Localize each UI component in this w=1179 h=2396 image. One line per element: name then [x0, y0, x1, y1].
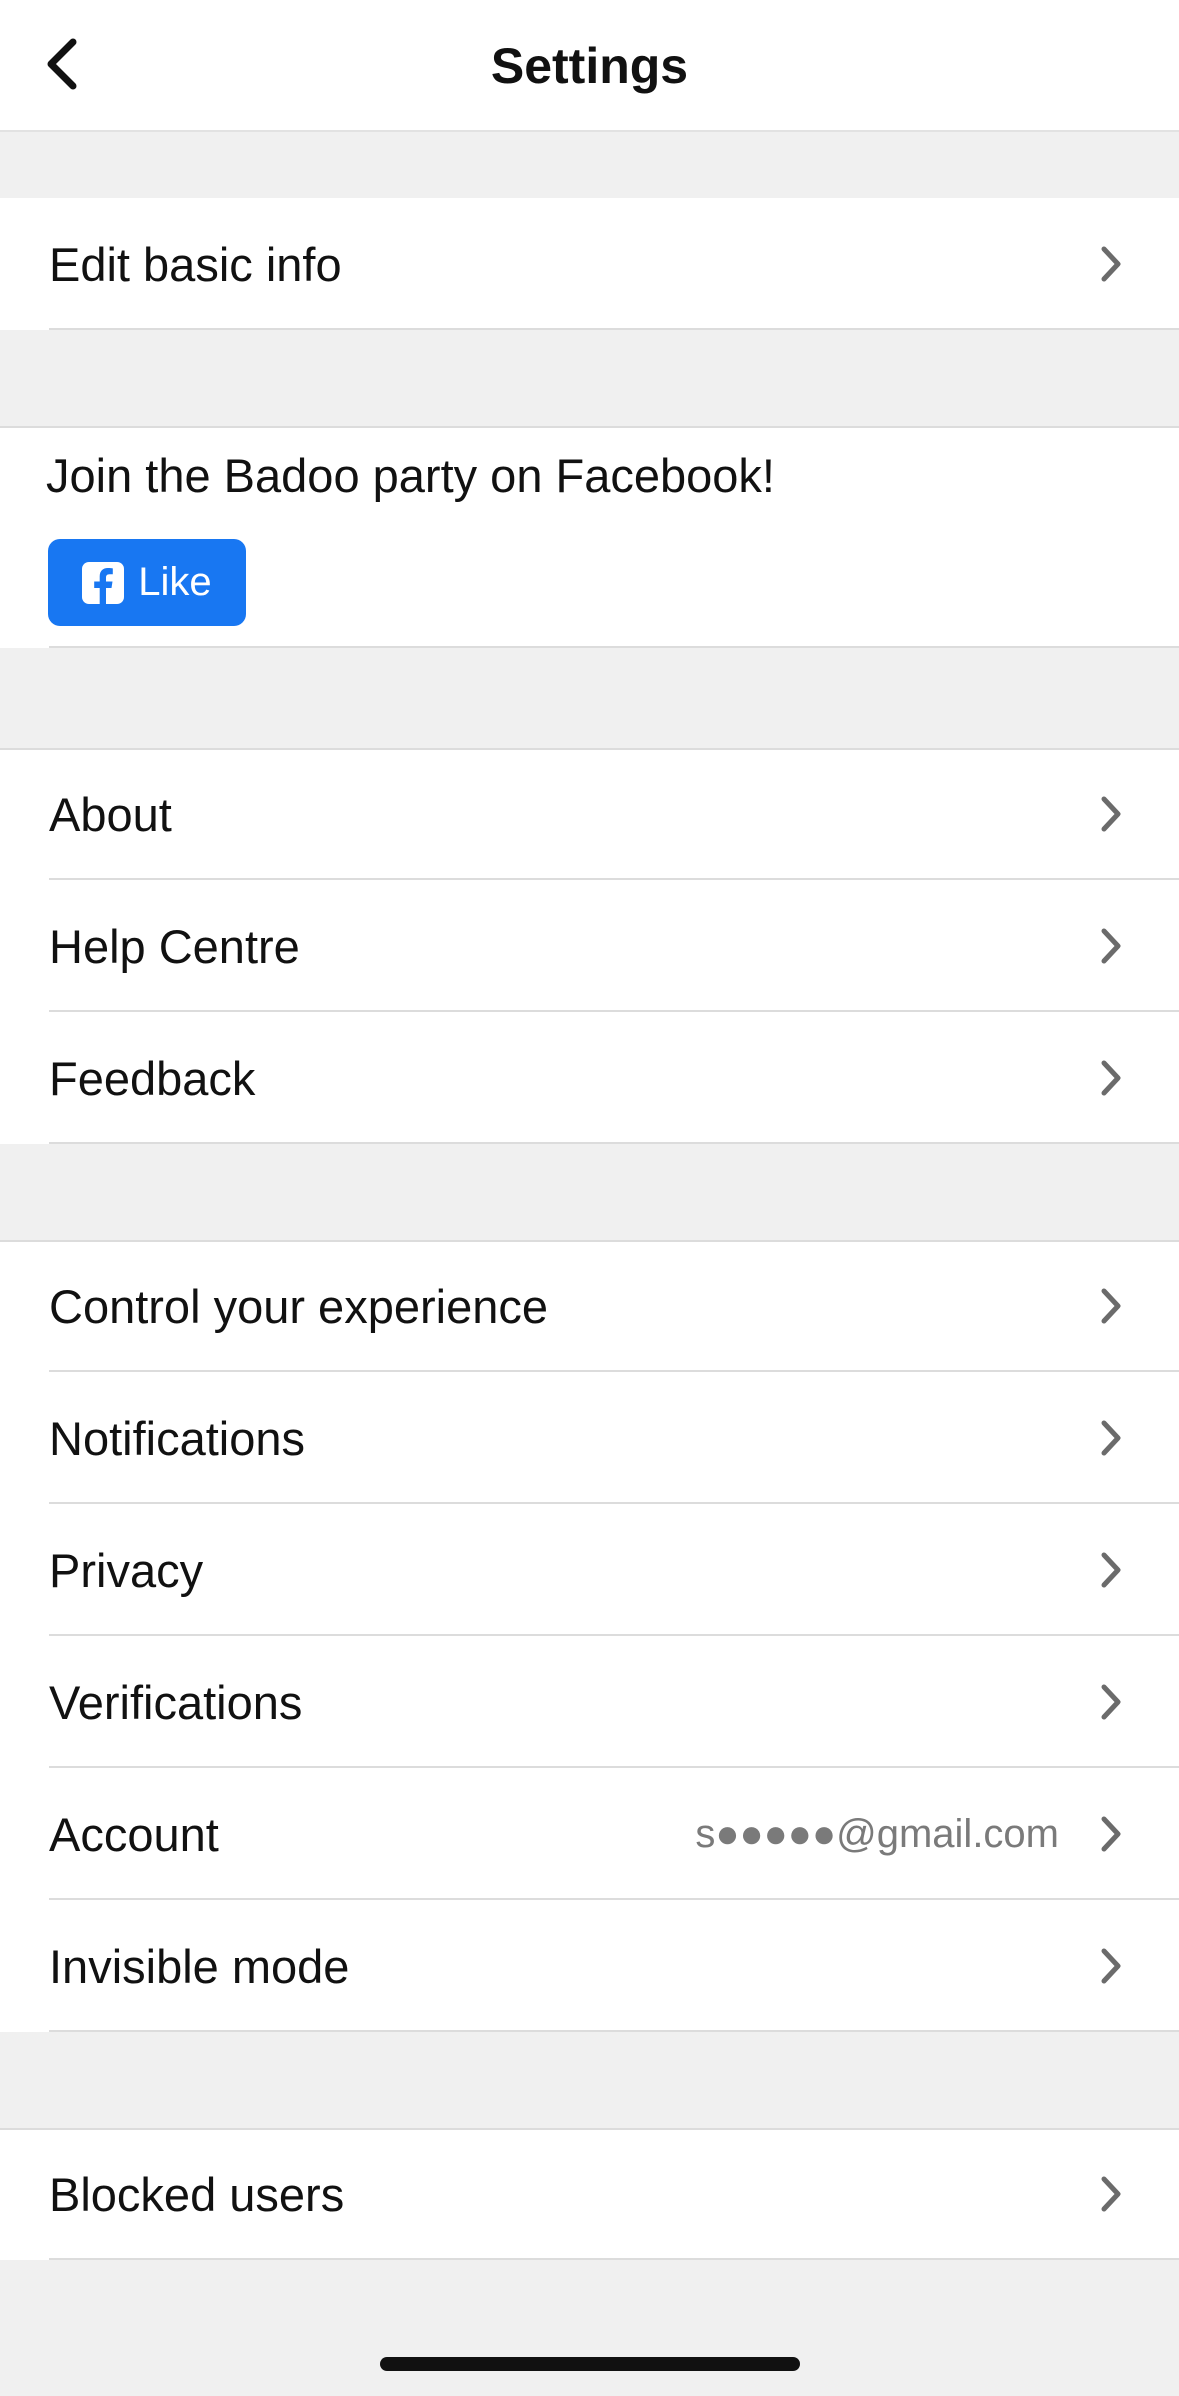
control-experience-row[interactable]: Control your experience: [0, 1240, 1179, 1372]
chevron-right-icon: [1099, 1768, 1123, 1900]
row-label: Notifications: [49, 1411, 305, 1465]
back-button[interactable]: [28, 26, 98, 102]
account-row[interactable]: Account s●●●●●@gmail.com: [0, 1768, 1179, 1900]
navigation-bar: Settings: [0, 0, 1179, 132]
facebook-promo: Join the Badoo party on Facebook! Like: [0, 426, 1179, 648]
about-row[interactable]: About: [0, 748, 1179, 880]
page-title: Settings: [490, 38, 689, 94]
privacy-row[interactable]: Privacy: [0, 1504, 1179, 1636]
facebook-section: Join the Badoo party on Facebook! Like: [0, 426, 1179, 648]
row-label: Edit basic info: [49, 237, 342, 291]
row-label: Account: [49, 1807, 219, 1861]
profile-section: Edit basic info: [0, 198, 1179, 330]
chevron-right-icon: [1099, 198, 1123, 330]
chevron-right-icon: [1099, 1012, 1123, 1144]
facebook-icon: [82, 561, 125, 604]
home-indicator[interactable]: [380, 2357, 800, 2371]
preferences-section: Control your experience Notifications Pr…: [0, 1240, 1179, 2032]
edit-basic-info-row[interactable]: Edit basic info: [0, 198, 1179, 330]
help-centre-row[interactable]: Help Centre: [0, 880, 1179, 1012]
verifications-row[interactable]: Verifications: [0, 1636, 1179, 1768]
blocked-section: Blocked users: [0, 2128, 1179, 2260]
chevron-right-icon: [1099, 2128, 1123, 2260]
account-email: s●●●●●@gmail.com: [695, 1811, 1059, 1856]
chevron-right-icon: [1099, 1900, 1123, 2032]
facebook-like-button[interactable]: Like: [48, 539, 246, 626]
blocked-users-row[interactable]: Blocked users: [0, 2128, 1179, 2260]
chevron-right-icon: [1099, 1240, 1123, 1372]
row-label: Control your experience: [49, 1279, 548, 1333]
chevron-right-icon: [1099, 748, 1123, 880]
row-label: Feedback: [49, 1051, 256, 1105]
facebook-promo-text: Join the Badoo party on Facebook!: [46, 449, 775, 502]
notifications-row[interactable]: Notifications: [0, 1372, 1179, 1504]
row-label: About: [49, 787, 172, 841]
chevron-right-icon: [1099, 880, 1123, 1012]
chevron-right-icon: [1099, 1504, 1123, 1636]
chevron-right-icon: [1099, 1372, 1123, 1504]
chevron-right-icon: [1099, 1636, 1123, 1768]
row-label: Invisible mode: [49, 1939, 350, 1993]
row-label: Blocked users: [49, 2167, 345, 2221]
info-section: About Help Centre Feedback: [0, 748, 1179, 1144]
row-label: Help Centre: [49, 919, 300, 973]
chevron-left-icon: [47, 38, 77, 90]
row-label: Privacy: [49, 1543, 204, 1597]
invisible-mode-row[interactable]: Invisible mode: [0, 1900, 1179, 2032]
row-label: Verifications: [49, 1675, 303, 1729]
like-label: Like: [138, 560, 212, 604]
feedback-row[interactable]: Feedback: [0, 1012, 1179, 1144]
